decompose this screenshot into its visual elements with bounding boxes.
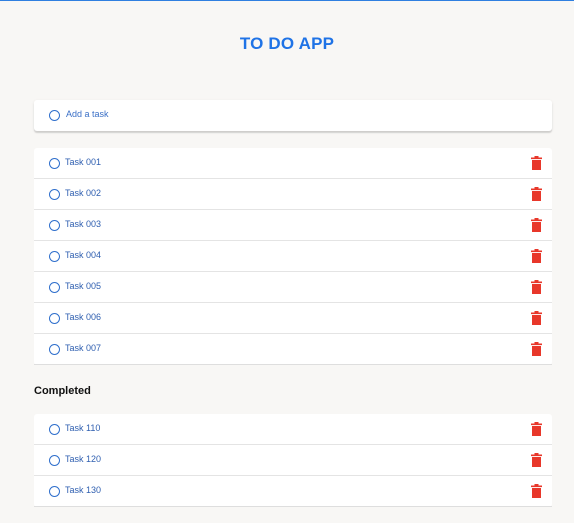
trash-icon[interactable] [531,342,542,356]
complete-task-checkbox[interactable] [49,455,60,466]
add-task-placeholder: Add a task [66,109,109,119]
add-task-input[interactable]: Add a task [34,100,552,131]
task-label[interactable]: Task 005 [65,281,101,291]
trash-icon[interactable] [531,453,542,467]
task-label[interactable]: Task 120 [65,454,101,464]
complete-task-checkbox[interactable] [49,344,60,355]
task-item: Task 120 [34,445,552,476]
trash-icon[interactable] [531,484,542,498]
task-label[interactable]: Task 004 [65,250,101,260]
completed-heading: Completed [34,385,91,397]
task-label[interactable]: Task 003 [65,219,101,229]
page-title: TO DO APP [239,34,335,53]
task-label[interactable]: Task 002 [65,188,101,198]
trash-icon[interactable] [531,156,542,170]
task-label[interactable]: Task 007 [65,343,101,353]
complete-task-checkbox[interactable] [49,282,60,293]
task-item: Task 004 [34,241,552,272]
task-item: Task 110 [34,414,552,445]
task-item: Task 002 [34,179,552,210]
task-item: Task 005 [34,272,552,303]
complete-task-checkbox[interactable] [49,251,60,262]
task-item: Task 130 [34,476,552,507]
task-item: Task 001 [34,148,552,179]
complete-task-checkbox[interactable] [49,424,60,435]
task-item: Task 006 [34,303,552,334]
task-label[interactable]: Task 001 [65,157,101,167]
trash-icon[interactable] [531,311,542,325]
complete-task-checkbox[interactable] [49,158,60,169]
trash-icon[interactable] [531,422,542,436]
complete-task-checkbox[interactable] [49,220,60,231]
trash-icon[interactable] [531,249,542,263]
task-label[interactable]: Task 110 [65,423,100,433]
task-item: Task 003 [34,210,552,241]
complete-task-checkbox[interactable] [49,313,60,324]
complete-task-checkbox[interactable] [49,189,60,200]
top-border [0,0,574,1]
task-label[interactable]: Task 006 [65,312,101,322]
completed-task-list: Task 110 Task 120 Task 130 [34,414,552,507]
trash-icon[interactable] [531,280,542,294]
task-list: Task 001 Task 002 Task 003 Task 004 Task… [34,148,552,365]
circle-icon [49,110,60,121]
trash-icon[interactable] [531,218,542,232]
complete-task-checkbox[interactable] [49,486,60,497]
trash-icon[interactable] [531,187,542,201]
task-item: Task 007 [34,334,552,365]
task-label[interactable]: Task 130 [65,485,101,495]
